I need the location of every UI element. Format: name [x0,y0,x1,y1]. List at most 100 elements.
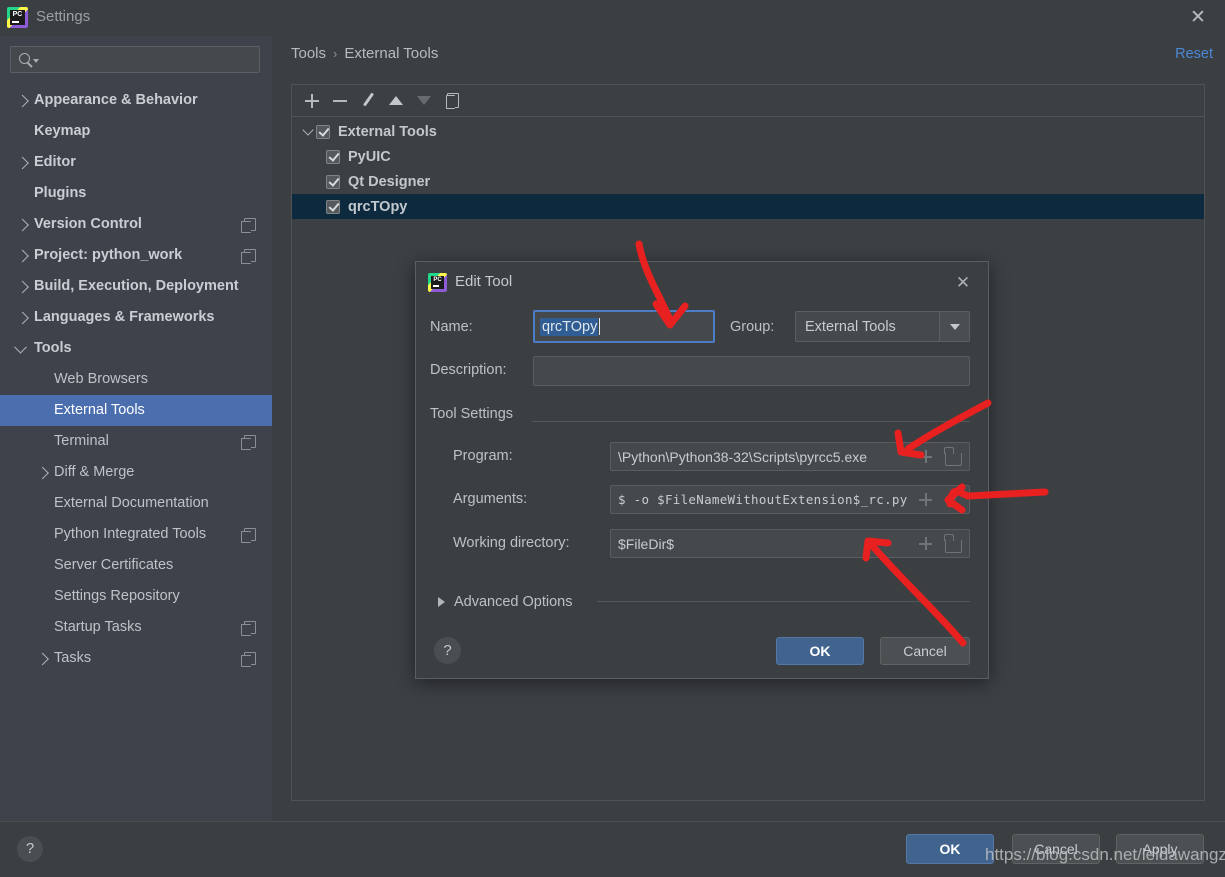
project-scope-icon [241,249,256,264]
program-input-value: \Python\Python38-32\Scripts\pyrcc5.exe [618,448,868,465]
sidebar-item-label: Editor [34,154,76,170]
advanced-options-divider [597,601,970,602]
chevron-down-icon [14,340,27,354]
name-input-value: qrcTOpy [540,317,599,336]
sidebar-item-appearance-behavior[interactable]: Appearance & Behavior [0,85,272,116]
arguments-input[interactable]: $ -o $FileNameWithoutExtension$_rc.py [610,485,970,514]
dialog-ok-button[interactable]: OK [776,637,864,665]
tree-checkbox[interactable] [326,149,340,164]
working-directory-input[interactable]: $FileDir$ [610,529,970,558]
search-input[interactable] [10,46,260,73]
sidebar-item-label: Keymap [34,123,91,139]
sidebar-item-label: Languages & Frameworks [34,309,215,325]
name-input[interactable]: qrcTOpy [533,310,715,343]
sidebar-item-settings-repository[interactable]: Settings Repository [0,581,272,612]
table-row[interactable]: Qt Designer [292,169,1204,194]
advanced-options-toggle[interactable]: Advanced Options [438,594,573,610]
close-icon[interactable]: ✕ [1185,6,1211,30]
sidebar-item-label: Server Certificates [54,557,174,573]
sidebar-item-version-control[interactable]: Version Control [0,209,272,240]
sidebar-item-label: Plugins [34,185,87,201]
settings-sidebar: Appearance & Behavior Keymap Editor Plug… [0,36,272,821]
reset-link[interactable]: Reset [1175,46,1213,62]
tool-settings-divider [532,421,970,422]
sidebar-item-diff-merge[interactable]: Diff & Merge [0,457,272,488]
chevron-down-icon[interactable] [939,312,969,341]
sidebar-item-web-browsers[interactable]: Web Browsers [0,364,272,395]
sidebar-item-languages-frameworks[interactable]: Languages & Frameworks [0,302,272,333]
dialog-help-button[interactable]: ? [434,637,461,664]
table-row[interactable]: PyUIC [292,144,1204,169]
add-tool-button[interactable] [299,88,325,114]
working-directory-label: Working directory: [453,535,570,551]
chevron-down-icon[interactable] [300,124,316,136]
tool-settings-label: Tool Settings [430,406,514,422]
program-input[interactable]: \Python\Python38-32\Scripts\pyrcc5.exe [610,442,970,471]
sidebar-item-label: Terminal [54,433,109,449]
sidebar-item-label: Project: python_work [34,247,183,263]
remove-tool-button[interactable] [327,88,353,114]
move-down-button [411,88,437,114]
group-select[interactable]: External Tools [795,311,970,342]
tree-checkbox[interactable] [326,199,340,214]
sidebar-item-terminal[interactable]: Terminal [0,426,272,457]
sidebar-item-external-tools[interactable]: External Tools [0,395,272,426]
tools-tree: External Tools PyUIC Qt Designer qrcTOpy [292,117,1204,219]
insert-macro-icon[interactable] [919,537,932,550]
sidebar-item-project[interactable]: Project: python_work [0,240,272,271]
sidebar-item-server-certificates[interactable]: Server Certificates [0,550,272,581]
browse-folder-icon[interactable] [944,447,962,466]
arrow-down-icon [417,96,431,105]
sidebar-item-label: Web Browsers [54,371,149,387]
cancel-button[interactable]: Cancel [1012,834,1100,864]
arguments-label: Arguments: [453,491,528,507]
arguments-input-value: $ -o $FileNameWithoutExtension$_rc.py [618,492,908,507]
sidebar-item-label: Startup Tasks [54,619,142,635]
description-input[interactable] [533,356,970,386]
sidebar-item-label: Diff & Merge [54,464,135,480]
pencil-icon [361,93,376,108]
chevron-right-icon [438,597,445,607]
dialog-cancel-button[interactable]: Cancel [880,637,970,665]
sidebar-nav: Appearance & Behavior Keymap Editor Plug… [0,85,272,674]
settings-window: PC Settings ✕ Appearance & Behavior Keym… [0,0,1225,877]
sidebar-item-build-execution-deployment[interactable]: Build, Execution, Deployment [0,271,272,302]
close-icon[interactable]: ✕ [952,272,974,294]
dialog-titlebar: PC Edit Tool ✕ [416,262,988,304]
expand-editor-icon[interactable]: ↙ [946,494,959,507]
sidebar-item-tasks[interactable]: Tasks [0,643,272,674]
move-up-button[interactable] [383,88,409,114]
sidebar-item-label: Settings Repository [54,588,180,604]
insert-macro-icon[interactable] [919,493,932,506]
browse-folder-icon[interactable] [944,534,962,553]
window-titlebar: PC Settings ✕ [0,0,1225,36]
sidebar-item-plugins[interactable]: Plugins [0,178,272,209]
description-label: Description: [430,362,507,378]
minus-icon [333,94,347,108]
copy-tool-button[interactable] [439,88,465,114]
sidebar-item-external-documentation[interactable]: External Documentation [0,488,272,519]
tree-checkbox[interactable] [326,174,340,189]
sidebar-item-startup-tasks[interactable]: Startup Tasks [0,612,272,643]
table-row[interactable]: qrcTOpy [292,194,1204,219]
table-row[interactable]: External Tools [292,119,1204,144]
apply-button[interactable]: Apply [1116,834,1204,864]
help-button[interactable]: ? [17,836,43,862]
pycharm-logo-icon: PC [7,7,28,28]
text-cursor [599,318,601,335]
insert-macro-icon[interactable] [919,450,932,463]
sidebar-item-editor[interactable]: Editor [0,147,272,178]
group-select-value: External Tools [805,318,896,335]
ok-button[interactable]: OK [906,834,994,864]
chevron-right-icon [16,280,29,293]
tree-row-label: PyUIC [348,148,391,165]
sidebar-item-keymap[interactable]: Keymap [0,116,272,147]
sidebar-item-python-integrated-tools[interactable]: Python Integrated Tools [0,519,272,550]
sidebar-item-label: External Documentation [54,495,209,511]
breadcrumb-root[interactable]: Tools [291,45,326,62]
sidebar-item-tools[interactable]: Tools [0,333,272,364]
search-container [0,36,272,81]
edit-tool-button[interactable] [355,88,381,114]
chevron-right-icon [16,156,29,169]
tree-checkbox[interactable] [316,124,330,139]
